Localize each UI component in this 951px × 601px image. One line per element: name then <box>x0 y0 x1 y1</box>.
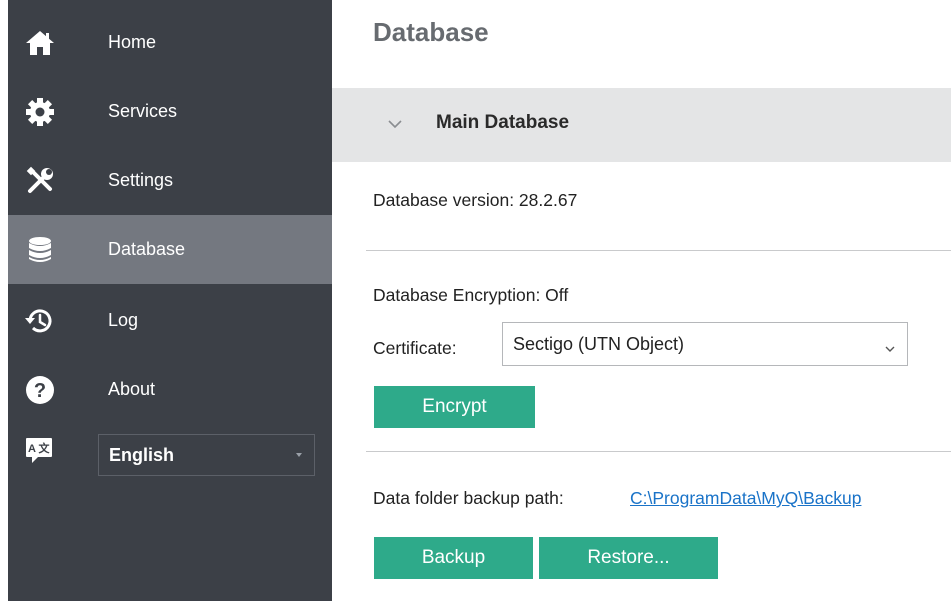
help-icon: ? <box>24 374 56 406</box>
sidebar-item-database[interactable]: Database <box>8 215 332 284</box>
tools-icon <box>24 165 56 197</box>
database-icon <box>24 234 56 266</box>
sidebar: Home Services Settings Database Log ? Ab… <box>0 0 332 601</box>
page-title: Database <box>373 17 489 47</box>
section-header-main-database[interactable]: Main Database <box>332 88 951 162</box>
language-row: A 文 English <box>8 425 332 485</box>
sidebar-item-about[interactable]: ? About <box>8 355 332 424</box>
sidebar-item-label: Home <box>108 32 157 52</box>
language-select-value: English <box>109 444 175 465</box>
divider <box>366 451 951 452</box>
sidebar-item-label: Services <box>108 101 178 121</box>
svg-text:?: ? <box>34 380 46 402</box>
translate-icon: A 文 <box>24 435 54 465</box>
sidebar-item-log[interactable]: Log <box>8 286 332 355</box>
sidebar-item-label: Database <box>108 239 186 259</box>
chevron-down-icon <box>387 116 403 132</box>
language-select[interactable]: English <box>98 434 315 476</box>
database-version-text: Database version: 28.2.67 <box>373 190 578 210</box>
sidebar-item-label: About <box>108 379 156 399</box>
encryption-status-text: Database Encryption: Off <box>373 285 569 305</box>
certificate-label: Certificate: <box>373 338 457 358</box>
svg-text:A: A <box>28 443 36 455</box>
sidebar-item-services[interactable]: Services <box>8 77 332 146</box>
divider <box>366 250 951 251</box>
gear-icon <box>24 96 56 128</box>
backup-path-link[interactable]: C:\ProgramData\MyQ\Backup <box>630 488 861 509</box>
backup-button[interactable]: Backup <box>374 537 533 579</box>
home-icon <box>24 27 56 59</box>
chevron-down-icon <box>885 340 895 352</box>
sidebar-item-home[interactable]: Home <box>8 8 332 77</box>
backup-path-label: Data folder backup path: <box>373 488 564 508</box>
restore-button[interactable]: Restore... <box>539 537 718 579</box>
chevron-down-icon <box>296 453 302 457</box>
main-panel: Database Main Database Database version:… <box>332 0 951 601</box>
encrypt-button[interactable]: Encrypt <box>374 386 535 428</box>
sidebar-item-label: Settings <box>108 170 174 190</box>
certificate-select-value: Sectigo (UTN Object) <box>513 334 685 354</box>
certificate-select[interactable]: Sectigo (UTN Object) <box>502 322 908 366</box>
sidebar-item-settings[interactable]: Settings <box>8 146 332 215</box>
history-icon <box>24 305 56 337</box>
sidebar-item-label: Log <box>108 310 139 330</box>
section-title: Main Database <box>436 112 570 133</box>
svg-text:文: 文 <box>39 441 51 455</box>
